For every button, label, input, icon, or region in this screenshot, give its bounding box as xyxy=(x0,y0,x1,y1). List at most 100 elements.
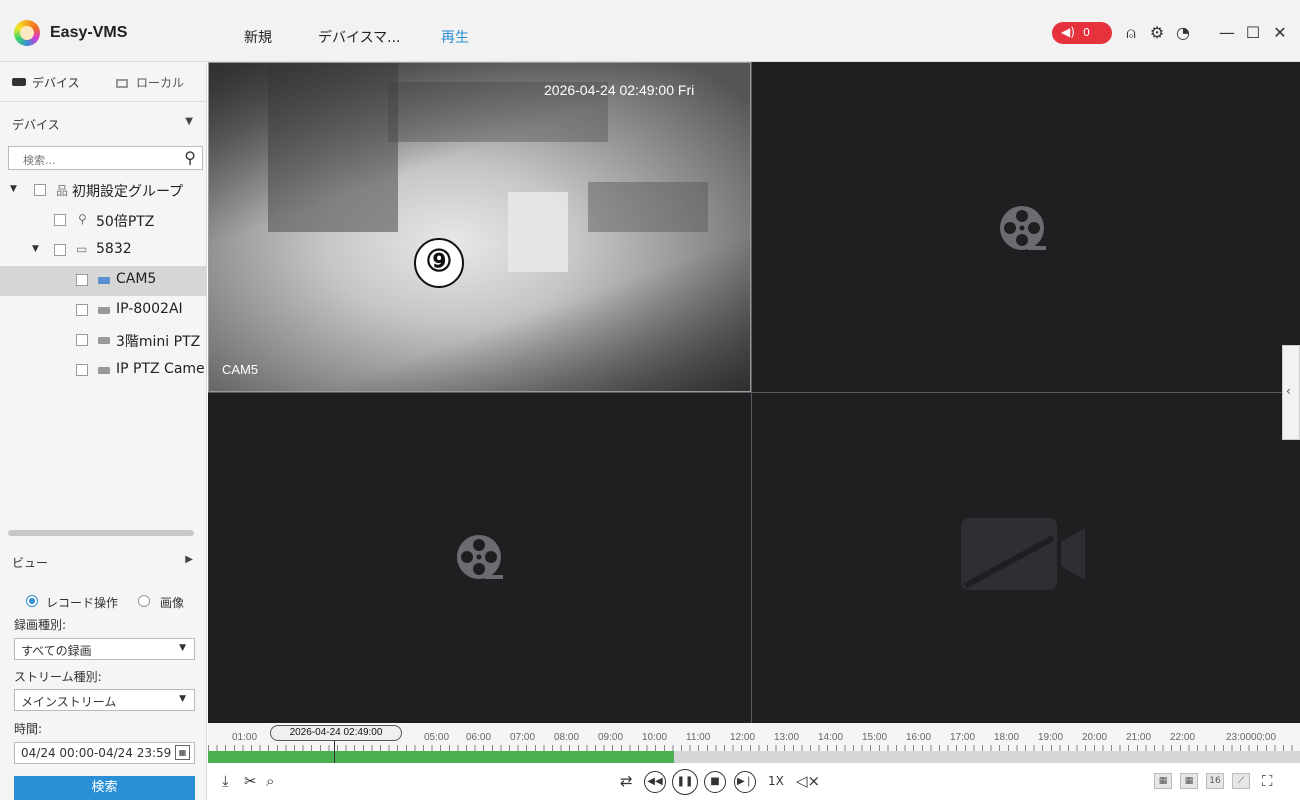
close-icon[interactable]: ✕ xyxy=(1270,23,1290,42)
tree-scrollbar[interactable] xyxy=(8,530,194,536)
tree-item-5832[interactable]: ▼ ▭ 5832 xyxy=(0,236,207,266)
timeline-hour: 14:00 xyxy=(818,732,844,743)
checkbox[interactable] xyxy=(54,244,66,256)
tree-item-ip-8002ai[interactable]: IP-8002AI xyxy=(0,296,207,326)
sidebar-tabs: デバイス ローカル xyxy=(0,62,207,102)
time-range-value: 04/24 00:00-04/24 23:59 xyxy=(21,746,172,760)
film-reel-icon xyxy=(1000,206,1046,250)
radio-image-label: 画像 xyxy=(160,596,185,610)
playback-controls: ⤓ ✂ ⌕ ⇄ ◀◀ ❚❚ ■ ▶❘ 1X ◁× ▦ ▦ 16 ⟋ ⛶ xyxy=(208,763,1300,800)
playback-speed[interactable]: 1X xyxy=(768,774,784,788)
chevron-right-icon: ▶ xyxy=(185,554,193,565)
layout-4-icon[interactable]: ▦ xyxy=(1154,773,1172,789)
time-label: 時間: xyxy=(14,722,43,736)
tree-label: IP-8002AI xyxy=(116,301,183,317)
view-section-header[interactable]: ビュー ▶ xyxy=(0,546,207,578)
tab-divider xyxy=(0,101,207,102)
device-tab-icon xyxy=(12,78,26,86)
video-cell-1-live[interactable]: 2026-04-24 02:49:00 Fri CAM5 ⑨ xyxy=(208,62,751,392)
playback-timeline[interactable]: 01:00 05:00 06:00 07:00 08:00 09:00 10:0… xyxy=(208,723,1300,763)
stream-type-value: メインストリーム xyxy=(21,695,117,709)
timeline-hour: 01:00 xyxy=(232,732,258,743)
custom-layout-icon[interactable]: ⟋ xyxy=(1232,773,1250,789)
device-section-header[interactable]: デバイス ▼ xyxy=(0,108,207,140)
tree-item-50x-ptz[interactable]: ⚲ 50倍PTZ xyxy=(0,206,207,236)
download-icon[interactable]: ⤓ xyxy=(222,772,229,790)
minimize-icon[interactable]: — xyxy=(1217,23,1237,42)
device-search-input[interactable]: 検索... ⚲ xyxy=(8,146,203,170)
nav-new[interactable]: 新規 xyxy=(244,27,272,47)
expand-caret-icon[interactable]: ▼ xyxy=(10,184,17,194)
stop-button[interactable]: ■ xyxy=(704,771,726,793)
app-logo-icon xyxy=(14,20,40,46)
tree-item-cam5[interactable]: CAM5 xyxy=(0,266,207,296)
mute-icon[interactable]: ◁× xyxy=(796,772,820,790)
checkbox[interactable] xyxy=(54,214,66,226)
alarm-badge[interactable]: ◀) 0 xyxy=(1052,22,1112,44)
timeline-hour: 22:00 xyxy=(1170,732,1196,743)
playhead[interactable] xyxy=(334,741,335,763)
timeline-hour: 13:00 xyxy=(774,732,800,743)
tree-label: CAM5 xyxy=(116,271,157,287)
radio-image[interactable] xyxy=(138,595,150,607)
stream-type-select[interactable]: メインストリーム ▼ xyxy=(14,689,195,711)
checkbox[interactable] xyxy=(76,304,88,316)
timeline-hour: 16:00 xyxy=(906,732,932,743)
tree-label: 5832 xyxy=(96,241,132,257)
clip-icon[interactable]: ✂ xyxy=(244,772,257,790)
layout-9-icon[interactable]: ▦ xyxy=(1180,773,1198,789)
recorded-segment[interactable] xyxy=(208,751,674,763)
pause-button[interactable]: ❚❚ xyxy=(672,769,698,795)
nav-playback[interactable]: 再生 xyxy=(441,27,469,47)
record-type-select[interactable]: すべての録画 ▼ xyxy=(14,638,195,660)
tab-device[interactable]: デバイス xyxy=(12,74,80,91)
chevron-down-icon: ▼ xyxy=(185,116,193,127)
gear-icon[interactable]: ⚙ xyxy=(1147,23,1167,42)
checkbox[interactable] xyxy=(76,274,88,286)
tab-local[interactable]: ローカル xyxy=(116,74,184,91)
record-type-value: すべての録画 xyxy=(21,644,92,658)
timeline-hour: 10:00 xyxy=(642,732,668,743)
unrecorded-segment[interactable] xyxy=(674,751,1300,763)
timeline-hour: 06:00 xyxy=(466,732,492,743)
fullscreen-icon[interactable]: ⛶ xyxy=(1262,772,1273,790)
search-icon[interactable]: ⚲ xyxy=(184,148,196,167)
performance-icon[interactable]: ◔ xyxy=(1173,23,1193,42)
calendar-icon[interactable]: ▦ xyxy=(175,745,190,760)
grid-divider-horizontal xyxy=(208,392,1300,393)
film-reel-icon xyxy=(457,535,503,579)
tree-item-default-group[interactable]: ▼ 品 初期設定グループ xyxy=(0,176,207,206)
radio-record-label: レコード操作 xyxy=(46,596,119,610)
expand-caret-icon[interactable]: ▼ xyxy=(32,244,39,254)
timeline-hour: 08:00 xyxy=(554,732,580,743)
side-panel-toggle[interactable]: ‹ xyxy=(1282,345,1300,440)
stream-type-label: ストリーム種別: xyxy=(14,670,102,684)
snapshot-icon[interactable]: ⌕ xyxy=(266,772,274,790)
checkbox[interactable] xyxy=(76,364,88,376)
timeline-hour: 21:00 xyxy=(1126,732,1152,743)
checkbox[interactable] xyxy=(76,334,88,346)
radio-record[interactable] xyxy=(26,595,38,607)
camera-online-icon xyxy=(98,277,110,284)
alarm-count: 0 xyxy=(1083,26,1090,39)
time-range-input[interactable]: 04/24 00:00-04/24 23:59 ▦ xyxy=(14,742,195,764)
speaker-icon: ◀) xyxy=(1061,25,1075,39)
timeline-hour: 11:00 xyxy=(686,732,711,743)
search-button[interactable]: 検索 xyxy=(14,776,195,800)
user-icon[interactable]: ⍝ xyxy=(1121,23,1141,43)
sidebar: デバイス ローカル デバイス ▼ 検索... ⚲ ▼ 品 初期設定グループ ⚲ … xyxy=(0,62,207,800)
layout-16-icon[interactable]: 16 xyxy=(1206,773,1224,789)
next-frame-button[interactable]: ▶❘ xyxy=(734,771,756,793)
playhead-time: 2026-04-24 02:49:00 xyxy=(270,725,402,741)
tree-item-3f-mini-ptz[interactable]: 3階mini PTZ xyxy=(0,326,207,356)
app-title: Easy-VMS xyxy=(50,24,128,41)
tab-local-label: ローカル xyxy=(136,76,185,90)
nav-device-manager[interactable]: デバイスマ... xyxy=(318,27,401,47)
tree-item-ip-ptz-camera[interactable]: IP PTZ Came xyxy=(0,356,207,386)
timeline-hour: 23:0000:00 xyxy=(1226,732,1277,743)
checkbox[interactable] xyxy=(34,184,46,196)
sync-icon[interactable]: ⇄ xyxy=(620,772,633,790)
timeline-hour: 07:00 xyxy=(510,732,536,743)
maximize-icon[interactable]: ☐ xyxy=(1243,23,1263,42)
rewind-button[interactable]: ◀◀ xyxy=(644,771,666,793)
